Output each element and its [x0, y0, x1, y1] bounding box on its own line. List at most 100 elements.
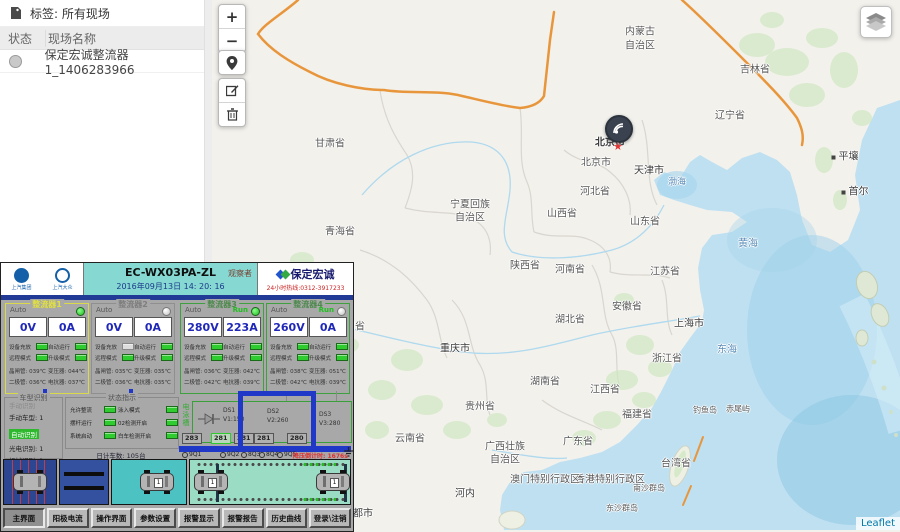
car-body: 1: [316, 473, 350, 491]
label-nansha: 南沙群岛: [633, 483, 665, 494]
temp-value: 二极管: 042℃: [270, 378, 309, 386]
ds3-label: DS3: [319, 411, 331, 418]
temp-value: 电抗器: 037℃: [48, 378, 87, 386]
switch-label: 9Q1: [189, 451, 201, 458]
temp-value: 晶闸管: 035℃: [95, 367, 134, 375]
bath-section-tank: 1: [111, 459, 187, 505]
status-label: 系统启动: [70, 432, 102, 440]
label-hubei: 湖北省: [555, 311, 585, 326]
indicator-led: [250, 354, 262, 361]
label-east-china-sea: 东海: [717, 341, 737, 356]
diode-icon: [198, 412, 220, 426]
indicator-led: [122, 354, 134, 361]
label-guangxi-line2: 自治区: [490, 451, 520, 466]
label-hanoi: 河内: [455, 485, 475, 500]
label-chiwei: 赤尾屿: [726, 404, 750, 415]
manual-type-value: 手动车型: 1: [9, 412, 62, 422]
status-led: [104, 432, 116, 439]
nav-alarm-display[interactable]: 报警显示: [178, 508, 220, 528]
hmi-logo-zone: 上汽集团 上汽大众: [1, 263, 84, 295]
mode-label: Auto: [10, 306, 26, 314]
temp-value: 电抗器: 039℃: [223, 378, 262, 386]
status-led: [162, 307, 171, 316]
locate-control-group: [218, 50, 246, 75]
label-liaoning: 辽宁省: [715, 107, 745, 122]
site-name-text: 保定宏诚整流器1_1406283966: [45, 46, 212, 77]
status-label: 允许整流: [70, 406, 102, 414]
site-marker-beijing[interactable]: [605, 115, 633, 143]
ds2-voltage: V2:260: [267, 417, 288, 424]
edit-button[interactable]: [219, 79, 245, 102]
label-jiangsu: 江苏省: [650, 263, 680, 278]
zoom-in-button[interactable]: +: [219, 5, 245, 28]
tank-label: 电泳槽: [181, 403, 191, 427]
run-label: Run: [233, 306, 248, 314]
indicator-led: [122, 343, 134, 350]
zoom-out-button[interactable]: −: [219, 29, 245, 52]
voltage-display: 260V: [270, 317, 308, 337]
nav-anode-current[interactable]: 阳极电流: [47, 508, 89, 528]
ground-icon: [344, 447, 353, 457]
current-display: 0A: [134, 317, 172, 337]
indicator-grid: 设备充放 自动运行 远程模式 升级模式: [184, 341, 260, 363]
mode-label: Auto: [96, 306, 112, 314]
hotline-text: 24小时热线:0312-3917233: [267, 283, 345, 292]
label-zhejiang: 浙江省: [652, 350, 682, 365]
company-name: 保定宏诚: [291, 266, 335, 282]
conveyor-chain-bottom-active: [302, 497, 336, 502]
rectifier-panel-2: 整流器2 Auto 0V 0A 设备充放 自动运行 远程模式 升级模式 晶闸管:…: [91, 303, 175, 394]
delete-button[interactable]: [219, 103, 245, 126]
label-beijing-province: 北京市: [581, 154, 611, 169]
breaker-box-281: 281: [254, 433, 274, 444]
edit-pencil-icon: [226, 84, 239, 97]
dc-bus-vertical: [311, 391, 316, 447]
scada-hmi-panel: 上汽集团 上汽大众 EC-WX03PA-ZL 观察者 2016年09月13日 1…: [0, 262, 354, 532]
site-list-item[interactable]: 保定宏诚整流器1_1406283966: [0, 50, 212, 73]
indicator-label: 升级模式: [134, 354, 160, 362]
nav-main-screen[interactable]: 主界面: [3, 508, 45, 528]
nav-login-logout[interactable]: 登录\注销: [309, 508, 351, 528]
tag-icon: [10, 6, 22, 20]
rectifier-2-title: 整流器2: [116, 299, 150, 310]
optic-id-value: 光电识别: 1: [9, 443, 62, 453]
leaflet-attribution[interactable]: Leaflet: [856, 517, 900, 530]
indicator-label: 自动运行: [309, 343, 335, 351]
status-label: 02检测开启: [118, 419, 164, 427]
temp-value: 晶闸管: 038℃: [270, 367, 309, 375]
indicator-led: [211, 354, 223, 361]
temp-value: 二极管: 036℃: [95, 378, 134, 386]
indicator-led: [36, 343, 48, 350]
indicator-label: 设备充放: [95, 343, 121, 351]
temperature-grid: 晶闸管: 035℃ 变压器: 035℃ 二极管: 036℃ 电抗器: 035℃: [95, 365, 173, 387]
status-label: 白车检测开启: [118, 432, 164, 440]
indicator-led: [161, 354, 173, 361]
label-yunnan: 云南省: [395, 430, 425, 445]
tag-filter-label: 标签: 所有现场: [30, 5, 110, 22]
label-fujian: 福建省: [622, 406, 652, 421]
conveyor-section: 1 1: [189, 459, 351, 505]
nav-alarm-report[interactable]: 报警报告: [222, 508, 264, 528]
tag-filter-row[interactable]: 标签: 所有现场: [0, 0, 212, 27]
label-shaanxi: 陕西省: [510, 257, 540, 272]
vw-logo: 上汽大众: [52, 268, 72, 291]
indicator-grid: 设备充放 自动运行 远程模式 升级模式: [270, 341, 346, 363]
status-indication-box: 状态指示 允许整流 泳入模式 摆杆运行 02检测开启 系统启动 白车检测开启: [65, 397, 179, 449]
vehicle-id-box: 车型识别 手动识别 手动车型: 1 自动识别 光电识别: 1 机械识别: 1: [4, 397, 63, 459]
dc-bus-top: [238, 391, 316, 396]
status-led: [104, 419, 116, 426]
current-display: 0A: [48, 317, 86, 337]
column-site-name[interactable]: 现场名称: [45, 30, 96, 47]
nav-operation-screen[interactable]: 操作界面: [91, 508, 133, 528]
switch-symbol: [259, 452, 265, 458]
temp-value: 电抗器: 039℃: [309, 378, 348, 386]
nav-history-curve[interactable]: 历史曲线: [266, 508, 308, 528]
hmi-header: 上汽集团 上汽大众 EC-WX03PA-ZL 观察者 2016年09月13日 1…: [1, 263, 353, 295]
column-status[interactable]: 状态: [0, 30, 45, 47]
status-label: 摆杆运行: [70, 419, 102, 427]
label-qinghai: 青海省: [325, 223, 355, 238]
temp-value: 电抗器: 035℃: [134, 378, 173, 386]
locate-pin-button[interactable]: [219, 51, 245, 74]
nav-parameter-settings[interactable]: 参数设置: [134, 508, 176, 528]
layers-control-button[interactable]: [860, 6, 892, 38]
indicator-led: [297, 343, 309, 350]
